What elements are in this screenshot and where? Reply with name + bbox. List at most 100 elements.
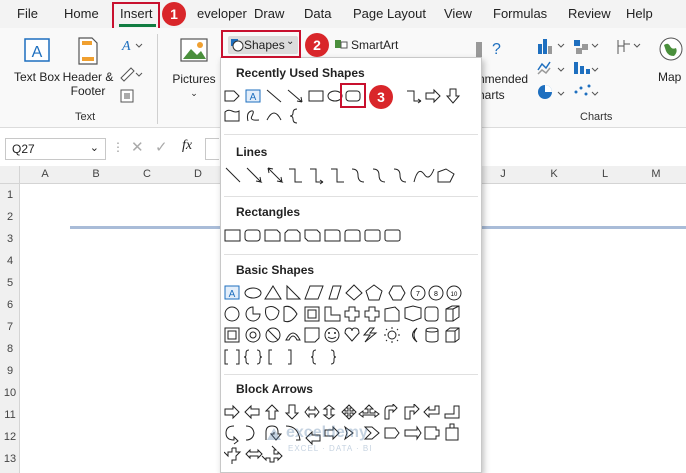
- row-header[interactable]: 11: [0, 409, 20, 421]
- arrow-line-shape-icon[interactable]: [287, 88, 303, 104]
- row-header[interactable]: 1: [0, 189, 20, 201]
- rectangle-shapes-icon[interactable]: [224, 227, 424, 245]
- text-small-tools: A: [118, 36, 144, 112]
- maps-icon: [659, 37, 683, 61]
- section-separator: [224, 374, 478, 375]
- shapes-dropdown: Recently Used Shapes A Lines Rectangles: [220, 57, 482, 473]
- row-header[interactable]: 4: [0, 255, 20, 267]
- chart-type-buttons[interactable]: [536, 36, 650, 108]
- watermark-subtitle: EXCEL · DATA · BI: [288, 444, 373, 453]
- header-footer-icon: [78, 37, 98, 65]
- row-header[interactable]: 3: [0, 233, 20, 245]
- chart-types-icons: [537, 39, 641, 99]
- row-header[interactable]: 2: [0, 211, 20, 223]
- pictures-label: Pictures: [172, 72, 216, 86]
- tab-draw[interactable]: Draw: [254, 6, 284, 21]
- recommended-charts-label: nmended: [478, 72, 529, 86]
- watermark: exceldemy EXCEL · DATA · BI: [266, 424, 416, 464]
- insert-highlight: [112, 2, 160, 30]
- cancel-icon[interactable]: ✕: [131, 138, 144, 156]
- formula-input[interactable]: [205, 138, 219, 160]
- pentagon-arrow-shape-icon[interactable]: [224, 88, 240, 104]
- more-icon: ⋮: [112, 140, 124, 154]
- maps-button[interactable]: Map: [658, 36, 686, 106]
- header-footer-label: Header & Footer: [62, 70, 114, 98]
- row-header[interactable]: 7: [0, 321, 20, 333]
- row-header[interactable]: 12: [0, 431, 20, 443]
- smartart-icon: [335, 40, 348, 49]
- column-a[interactable]: A: [35, 168, 55, 180]
- svg-text:7: 7: [416, 291, 420, 298]
- rectangle-shape-icon[interactable]: [308, 88, 324, 104]
- svg-text:10: 10: [451, 292, 458, 298]
- row-header[interactable]: 6: [0, 299, 20, 311]
- row-header[interactable]: 9: [0, 365, 20, 377]
- header-footer-button[interactable]: Header & Footer: [60, 36, 116, 104]
- recommended-charts-label-2: harts: [478, 88, 505, 102]
- name-box[interactable]: Q27 ⌄: [5, 138, 106, 160]
- select-all-corner[interactable]: [0, 166, 20, 184]
- text-group-label: Text: [75, 111, 96, 123]
- section-basic-shapes: Basic Shapes: [236, 263, 315, 277]
- right-arrow-shape-icon[interactable]: [425, 88, 441, 104]
- menu-bar: File Home Insert eveloper Draw Data Page…: [0, 0, 686, 28]
- column-k[interactable]: K: [544, 168, 564, 180]
- smartart-button[interactable]: SmartArt: [334, 37, 414, 53]
- svg-text:8: 8: [434, 291, 438, 298]
- pictures-chevron-icon: ⌄: [190, 88, 198, 98]
- recommended-charts-button[interactable]: ? nmended harts: [476, 38, 536, 112]
- text-box-label: Text Box: [13, 70, 61, 84]
- snip-rectangle-shape-icon[interactable]: [224, 108, 240, 124]
- basic-shapes-icon[interactable]: A 7 8 10: [224, 284, 464, 366]
- row-header[interactable]: 8: [0, 343, 20, 355]
- charts-group-label: Charts: [580, 111, 613, 123]
- tab-review[interactable]: Review: [568, 6, 611, 21]
- tab-help[interactable]: Help: [626, 6, 653, 21]
- down-arrow-shape-icon[interactable]: [445, 88, 461, 104]
- column-d[interactable]: D: [188, 168, 208, 180]
- section-rectangles: Rectangles: [236, 205, 301, 219]
- section-lines: Lines: [236, 145, 268, 159]
- elbow-connector-shape-icon[interactable]: [406, 88, 422, 104]
- svg-text:A: A: [229, 289, 236, 300]
- brace-shape-icon[interactable]: [287, 108, 303, 124]
- watermark-title: exceldemy: [286, 424, 368, 441]
- row-header[interactable]: 5: [0, 277, 20, 289]
- group-divider: [157, 34, 158, 124]
- tab-formulas[interactable]: Formulas: [493, 6, 547, 21]
- row-header[interactable]: 13: [0, 453, 20, 465]
- smartart-label: SmartArt: [351, 38, 399, 52]
- text-box-icon: A: [24, 38, 50, 62]
- name-box-chevron-icon: ⌄: [89, 142, 99, 154]
- tab-home[interactable]: Home: [64, 6, 99, 21]
- freeform-shape-icon[interactable]: [245, 108, 261, 124]
- tab-developer[interactable]: eveloper: [197, 6, 247, 21]
- watermark-logo-icon: [267, 428, 281, 440]
- svg-text:A: A: [32, 44, 43, 61]
- svg-text:?: ?: [492, 41, 501, 58]
- line-shape-icon[interactable]: [266, 88, 282, 104]
- tab-file[interactable]: File: [17, 6, 38, 21]
- pictures-button[interactable]: Pictures ⌄: [168, 36, 220, 104]
- column-b[interactable]: B: [86, 168, 106, 180]
- column-l[interactable]: L: [595, 168, 615, 180]
- column-c[interactable]: C: [137, 168, 157, 180]
- column-m[interactable]: M: [646, 168, 666, 180]
- step-badge-2: 2: [305, 33, 329, 57]
- tab-page-layout[interactable]: Page Layout: [353, 6, 426, 21]
- text-tools-icons: A: [120, 39, 143, 103]
- tab-view[interactable]: View: [444, 6, 472, 21]
- text-box-shape-icon[interactable]: A: [245, 88, 261, 104]
- enter-icon[interactable]: ✓: [155, 138, 168, 156]
- row-header[interactable]: 10: [0, 387, 20, 399]
- step-badge-1: 1: [162, 2, 186, 26]
- tab-data[interactable]: Data: [304, 6, 331, 21]
- column-j[interactable]: J: [493, 168, 513, 180]
- lines-shapes-icon[interactable]: [224, 166, 464, 186]
- curve-shape-icon[interactable]: [266, 108, 282, 124]
- section-block-arrows: Block Arrows: [236, 382, 313, 396]
- maps-label: Map: [658, 70, 682, 84]
- text-box-button[interactable]: A Text Box: [10, 36, 64, 104]
- name-box-value: Q27: [12, 142, 35, 156]
- fx-icon[interactable]: fx: [182, 138, 192, 154]
